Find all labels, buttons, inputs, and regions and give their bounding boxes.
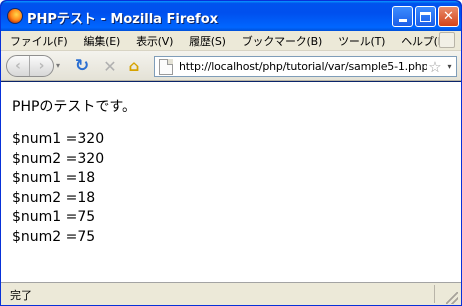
output-line: $num2 =18: [12, 189, 96, 206]
output-line: $num1 =18: [12, 170, 96, 187]
window-title: PHPテスト - Mozilla Firefox: [27, 12, 219, 27]
menu-bar: ファイル(F) 編集(E) 表示(V) 履歴(S) ブックマーク(B) ツール(…: [1, 31, 461, 51]
output-lines: $num1 =320 $num2 =320 $num1 =18 $num2 =1…: [12, 130, 104, 248]
url-dropdown-icon[interactable]: ▾: [443, 62, 456, 71]
back-forward-group: ‹ ›: [6, 55, 54, 77]
menu-history[interactable]: 履歴(S): [180, 33, 233, 49]
throbber-icon: [439, 32, 455, 48]
close-icon: ✕: [443, 9, 454, 24]
back-button[interactable]: ‹: [7, 56, 31, 76]
output-line: $num2 =320: [12, 150, 105, 167]
status-text: 完了: [10, 289, 32, 302]
browser-window: PHPテスト - Mozilla Firefox ✕ ファイル(F) 編集(E)…: [0, 0, 462, 306]
bookmark-star-icon[interactable]: ☆: [427, 58, 443, 76]
firefox-logo-icon: [7, 8, 23, 24]
output-line: $num2 =75: [12, 228, 96, 245]
reload-icon[interactable]: ↻: [73, 56, 91, 76]
menu-bookmarks[interactable]: ブックマーク(B): [233, 33, 329, 49]
status-bar: 完了: [1, 282, 461, 305]
output-line: $num1 =320: [12, 131, 105, 147]
menu-view[interactable]: 表示(V): [127, 33, 180, 49]
menu-file[interactable]: ファイル(F): [1, 33, 75, 49]
close-button[interactable]: ✕: [438, 6, 459, 27]
forward-button[interactable]: ›: [30, 56, 53, 76]
history-dropdown-icon[interactable]: ▾: [56, 61, 60, 70]
navigation-toolbar: ‹ › ▾ ↻ ✕ ⌂ http://localhost/php/tutoria…: [1, 51, 461, 81]
menu-tools[interactable]: ツール(T): [329, 33, 392, 49]
intro-text: PHPのテストです。: [12, 99, 137, 115]
maximize-icon: [420, 11, 431, 22]
menu-edit[interactable]: 編集(E): [75, 33, 128, 49]
address-bar[interactable]: http://localhost/php/tutorial/var/sample…: [154, 56, 457, 77]
forward-arrow-icon: ›: [38, 58, 45, 74]
back-arrow-icon: ‹: [15, 58, 21, 74]
maximize-button[interactable]: [415, 6, 436, 27]
minimize-icon: [398, 19, 407, 22]
status-divider: [434, 285, 435, 303]
output-line: $num1 =75: [12, 209, 96, 226]
page-icon: [159, 58, 173, 75]
stop-icon[interactable]: ✕: [101, 57, 119, 76]
resize-grip-icon[interactable]: [446, 292, 458, 304]
minimize-button[interactable]: [392, 6, 413, 27]
title-bar[interactable]: PHPテスト - Mozilla Firefox ✕: [1, 1, 461, 31]
page-content: PHPのテストです。 $num1 =320 $num2 =320 $num1 =…: [1, 82, 461, 282]
home-icon[interactable]: ⌂: [125, 57, 143, 75]
url-text[interactable]: http://localhost/php/tutorial/var/sample…: [179, 60, 427, 73]
